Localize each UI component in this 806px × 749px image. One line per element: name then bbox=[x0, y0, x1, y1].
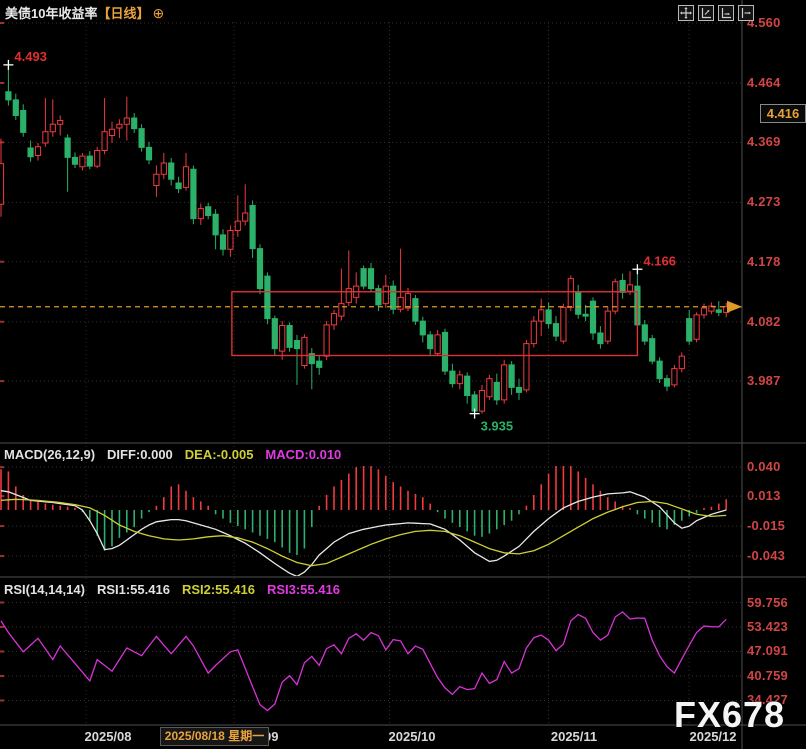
y-axis-label: 0.040 bbox=[747, 459, 781, 474]
rsi2-value: RSI2:55.416 bbox=[182, 582, 255, 597]
y-axis-label: 47.091 bbox=[747, 643, 788, 658]
scale-x-axis-icon bbox=[720, 7, 732, 19]
x-axis-label: 2025/11 bbox=[551, 729, 597, 744]
x-axis-label: 2025/08 bbox=[85, 729, 132, 744]
current-price-arrow bbox=[727, 301, 742, 313]
macd-dea-value: DEA:-0.005 bbox=[185, 447, 254, 462]
extreme-label: 4.493 bbox=[14, 49, 47, 64]
pan-right-icon bbox=[740, 7, 752, 19]
extreme-label: 4.166 bbox=[643, 253, 676, 268]
chart-title-row: 美债10年收益率【日线】⊕ bbox=[5, 3, 164, 22]
scale-x-axis-button[interactable] bbox=[718, 5, 734, 21]
rsi-legend: RSI(14,14,14) RSI1:55.416 RSI2:55.416 RSI3:… bbox=[4, 582, 352, 597]
rsi3-value: RSI3:55.416 bbox=[267, 582, 340, 597]
watermark: FX678 bbox=[674, 694, 785, 736]
alert-level-box[interactable]: 4.416 bbox=[760, 104, 806, 123]
extreme-marker: 4.166 bbox=[632, 253, 676, 274]
x-axis-label: 2025/10 bbox=[389, 729, 436, 744]
extreme-label: 3.935 bbox=[481, 419, 514, 434]
y-axis-label: 4.178 bbox=[747, 254, 781, 269]
pan-tool-icon bbox=[680, 7, 692, 19]
y-axis-label: 4.464 bbox=[747, 75, 781, 90]
macd-diff-value: DIFF:0.000 bbox=[107, 447, 173, 462]
rsi1-value: RSI1:55.416 bbox=[97, 582, 170, 597]
y-axis-label: 0.013 bbox=[747, 488, 781, 503]
period-label: 【日线】 bbox=[97, 6, 149, 21]
add-indicator-icon[interactable]: ⊕ bbox=[152, 5, 164, 21]
scale-y-axis-button[interactable] bbox=[698, 5, 714, 21]
extreme-marker: 4.493 bbox=[3, 49, 47, 70]
crosshair-date-box: 2025/08/18 星期一 bbox=[160, 727, 269, 746]
rsi-name-label: RSI(14,14,14) bbox=[4, 582, 85, 597]
candles-layer bbox=[0, 65, 729, 414]
y-axis-label: -0.015 bbox=[747, 518, 785, 533]
instrument-title: 美债10年收益率 bbox=[5, 6, 97, 21]
macd-legend: MACD(26,12,9) DIFF:0.000 DEA:-0.005 MACD:0.… bbox=[4, 447, 353, 462]
y-axis-label: -0.043 bbox=[747, 548, 785, 563]
y-axis-label: 3.987 bbox=[747, 373, 781, 388]
pan-right-button[interactable] bbox=[738, 5, 754, 21]
y-axis-label: 4.082 bbox=[747, 314, 781, 329]
pan-tool-button[interactable] bbox=[678, 5, 694, 21]
macd-name-label: MACD(26,12,9) bbox=[4, 447, 95, 462]
rsi-layer bbox=[1, 612, 726, 711]
overlay-layer: 4.493 4.166 3.935 bbox=[0, 49, 742, 434]
extreme-marker: 3.935 bbox=[470, 409, 514, 434]
y-axis-label: 59.756 bbox=[747, 595, 788, 610]
chart-application-window: 4.493 4.166 3.935 美债10年收益率【日线】⊕ bbox=[0, 0, 806, 749]
chart-canvas[interactable]: 4.493 4.166 3.935 bbox=[0, 0, 806, 749]
macd-macd-value: MACD:0.010 bbox=[265, 447, 341, 462]
scale-y-axis-icon bbox=[700, 7, 712, 19]
y-axis-label: 4.369 bbox=[747, 134, 781, 149]
macd-layer bbox=[1, 462, 726, 577]
y-axis-label: 40.759 bbox=[747, 668, 788, 683]
y-axis-label: 4.273 bbox=[747, 194, 781, 209]
chart-toolbar bbox=[678, 5, 754, 21]
y-axis-label: 53.423 bbox=[747, 619, 788, 634]
